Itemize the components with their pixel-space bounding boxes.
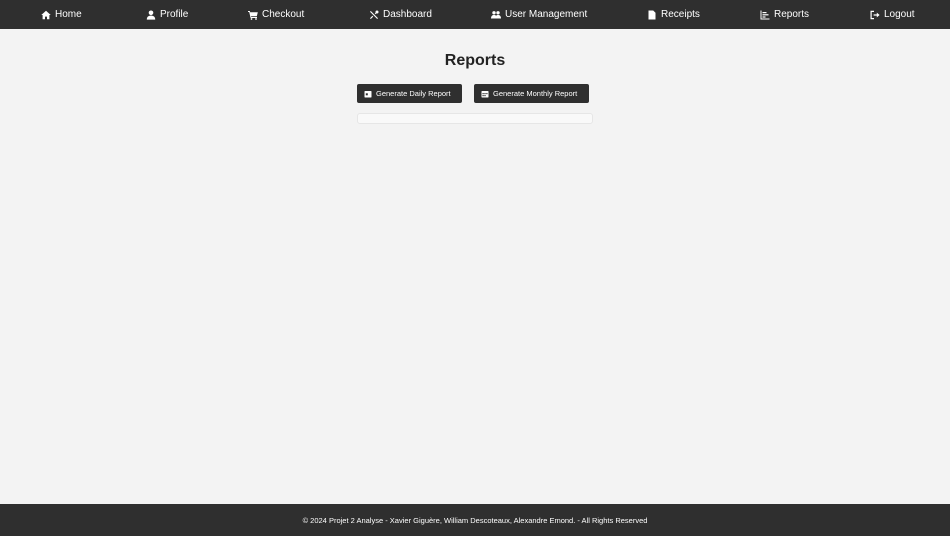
top-navbar: Home Profile Checkout Dashboard User Man…	[0, 0, 950, 29]
page-title: Reports	[444, 52, 506, 69]
chart-icon	[759, 9, 770, 20]
nav-item-label: Logout	[884, 9, 915, 20]
footer: © 2024 Projet 2 Analyse - Xavier Giguère…	[0, 504, 950, 536]
nav-item-dashboard[interactable]: Dashboard	[368, 0, 432, 29]
calendar-icon	[481, 90, 489, 98]
users-icon	[490, 9, 501, 20]
nav-item-logout[interactable]: Logout	[869, 0, 915, 29]
footer-text: © 2024 Projet 2 Analyse - Xavier Giguère…	[302, 515, 648, 525]
cart-icon	[247, 9, 258, 20]
tools-icon	[368, 9, 379, 20]
generate-monthly-report-button[interactable]: Generate Monthly Report	[474, 84, 589, 103]
nav-item-reports[interactable]: Reports	[759, 0, 809, 29]
nav-item-receipts[interactable]: Receipts	[646, 0, 700, 29]
file-icon	[646, 9, 657, 20]
page: Home Profile Checkout Dashboard User Man…	[0, 0, 950, 536]
nav-item-user-management[interactable]: User Management	[490, 0, 587, 29]
generate-daily-report-label: Generate Daily Report	[376, 89, 451, 98]
nav-item-home[interactable]: Home	[40, 0, 82, 29]
nav-item-label: Reports	[774, 9, 810, 20]
nav-item-label: Dashboard	[383, 9, 432, 20]
generate-daily-report-button[interactable]: Generate Daily Report	[357, 84, 462, 103]
user-icon	[145, 9, 156, 20]
nav-item-checkout[interactable]: Checkout	[247, 0, 304, 29]
logout-icon	[869, 9, 880, 20]
calendar-day-icon	[364, 90, 372, 98]
nav-item-label: Checkout	[262, 9, 305, 20]
nav-item-label: Profile	[160, 9, 189, 20]
nav-item-label: Home	[55, 9, 82, 20]
report-output-area	[357, 113, 593, 124]
nav-item-label: User Management	[505, 9, 588, 20]
nav-item-profile[interactable]: Profile	[145, 0, 188, 29]
generate-monthly-report-label: Generate Monthly Report	[493, 89, 578, 98]
main-content: Reports Generate Daily Report Generate M…	[0, 29, 950, 504]
home-icon	[40, 9, 51, 20]
nav-item-label: Receipts	[661, 9, 700, 20]
